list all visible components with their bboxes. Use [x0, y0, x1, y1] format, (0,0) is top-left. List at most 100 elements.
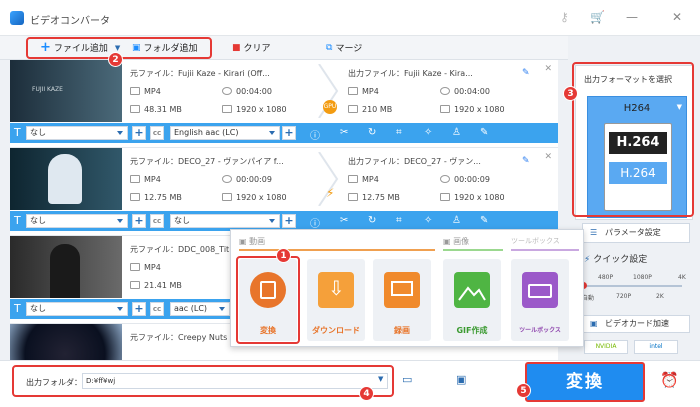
merge-button[interactable]: ⧉ マージ: [326, 41, 362, 55]
highlight-format-panel: [572, 62, 694, 217]
gif-tile[interactable]: GIF作成: [443, 259, 501, 341]
video-thumbnail: [10, 236, 122, 298]
highlight-output-folder: [12, 365, 394, 397]
convert-button[interactable]: 変換: [525, 362, 645, 402]
window-title: ビデオコンバータ: [30, 16, 110, 27]
gif-label: GIF作成: [456, 326, 488, 335]
sliders-icon: ☰: [590, 228, 598, 237]
parameter-settings-button[interactable]: ☰ パラメータ設定: [582, 223, 690, 243]
file-row[interactable]: 元ファイル：DECO_27 - ヴァンパイア f... MP4 00:00:09…: [10, 148, 558, 236]
audio-track-select[interactable]: aac (LC): [170, 302, 230, 316]
output-size: 12.75 MB: [362, 193, 400, 202]
tab-image[interactable]: ▣ 画像: [443, 236, 469, 247]
image-tab-icon: ▣: [443, 237, 454, 246]
file-row[interactable]: FUJII KAZE 元ファイル：Fujii Kaze - Kirari (Of…: [10, 60, 558, 148]
add-subtitle-button[interactable]: +: [132, 126, 146, 140]
bolt-icon: ⚡: [584, 255, 594, 265]
edit-name-icon[interactable]: ✎: [522, 156, 530, 166]
audio-track-select[interactable]: English aac (LC): [170, 126, 280, 140]
subtitle-select[interactable]: なし: [26, 126, 128, 140]
cut-icon[interactable]: ✂: [340, 215, 348, 226]
key-icon[interactable]: ⚷: [560, 10, 569, 24]
download-tile[interactable]: ⇩ ダウンロード: [307, 259, 365, 341]
format-icon: [130, 87, 140, 95]
subtitle-icon: T: [14, 214, 21, 227]
gpu-accel-button[interactable]: ▣ ビデオカード加速: [582, 315, 690, 333]
intel-badge[interactable]: intel: [634, 340, 678, 354]
info-icon[interactable]: ⓘ: [310, 215, 320, 230]
resolution-icon: [440, 193, 450, 201]
filesize-icon: [130, 193, 140, 201]
alarm-icon[interactable]: ⏰: [660, 371, 679, 389]
output-duration: 00:00:09: [454, 175, 490, 184]
tick-4k: 4K: [678, 274, 686, 281]
edit-subtitle-icon[interactable]: ✎: [480, 127, 488, 138]
toolbox-icon: [522, 272, 558, 308]
highlight-convert-tile: [236, 256, 300, 344]
source-filename: 元ファイル：Creepy Nuts: [130, 333, 228, 342]
edit-name-icon[interactable]: ✎: [522, 68, 530, 78]
cart-icon[interactable]: 🛒: [590, 10, 605, 24]
watermark-icon[interactable]: ♙: [452, 215, 461, 226]
step-badge-2: 2: [108, 52, 123, 67]
effects-icon[interactable]: ✧: [424, 127, 432, 138]
source-filename: 元ファイル：DECO_27 - ヴァンパイア f...: [130, 157, 284, 166]
remove-file-icon[interactable]: ✕: [544, 64, 552, 74]
open-folder-icon[interactable]: ▣: [456, 373, 466, 386]
row-edit-bar: T なし + cc English aac (LC) + ⓘ ✂ ↻ ⌗ ✧ ♙…: [10, 123, 558, 143]
close-window-icon[interactable]: ✕: [672, 10, 682, 24]
effects-icon[interactable]: ✧: [424, 215, 432, 226]
crop-icon[interactable]: ⌗: [396, 215, 402, 226]
output-format: MP4: [362, 87, 379, 96]
cc-button[interactable]: cc: [150, 302, 164, 316]
tab-toolbox[interactable]: ツールボックス: [511, 236, 560, 246]
cc-button[interactable]: cc: [150, 214, 164, 228]
info-icon[interactable]: ⓘ: [310, 127, 320, 142]
tick-2k: 2K: [656, 293, 664, 300]
subtitle-select[interactable]: なし: [26, 302, 128, 316]
clear-button[interactable]: ■ クリア: [232, 41, 271, 55]
quick-label: クイック設定: [593, 255, 648, 265]
add-audio-button[interactable]: +: [282, 126, 296, 140]
add-subtitle-button[interactable]: +: [132, 214, 146, 228]
watermark-icon[interactable]: ♙: [452, 127, 461, 138]
add-subtitle-button[interactable]: +: [132, 302, 146, 316]
cc-button[interactable]: cc: [150, 126, 164, 140]
remove-file-icon[interactable]: ✕: [544, 152, 552, 162]
output-duration: 00:04:00: [454, 87, 490, 96]
filesize-icon: [348, 193, 358, 201]
lightning-icon: ⚡: [326, 186, 335, 200]
download-icon: ⇩: [318, 272, 354, 308]
person-silhouette: [50, 244, 80, 298]
source-size: 21.41 MB: [144, 281, 182, 290]
gpu-accel-label: ビデオカード加速: [605, 319, 669, 328]
chip-icon: ▣: [590, 319, 598, 328]
crop-icon[interactable]: ⌗: [396, 127, 402, 138]
edit-subtitle-icon[interactable]: ✎: [480, 215, 488, 226]
format-icon: [348, 87, 358, 95]
anime-character: [48, 154, 82, 204]
tab-video[interactable]: ▣ 動画: [239, 236, 265, 247]
format-icon: [130, 263, 140, 271]
step-badge-1: 1: [276, 248, 291, 263]
add-audio-button[interactable]: +: [282, 214, 296, 228]
output-resolution: 1920 x 1080: [454, 193, 505, 202]
toolbox-tile[interactable]: ツールボックス: [511, 259, 569, 341]
toolbox-label: ツールボックス: [519, 327, 561, 334]
record-tile[interactable]: 録画: [373, 259, 431, 341]
minimize-icon[interactable]: —: [626, 10, 638, 24]
toolbox-tab-underline: [511, 249, 579, 251]
rotate-icon[interactable]: ↻: [368, 215, 376, 226]
tab-video-label: 動画: [249, 237, 266, 246]
source-filename: 元ファイル：Fujii Kaze - Kirari (Off...: [130, 69, 270, 78]
audio-track-select[interactable]: なし: [170, 214, 280, 228]
tick-480p: 480P: [598, 274, 614, 281]
folder-open-icon[interactable]: ▭: [402, 373, 412, 386]
cut-icon[interactable]: ✂: [340, 127, 348, 138]
title-bar: ビデオコンバータ ⚷ 🛒 — ✕: [0, 0, 700, 36]
quality-slider[interactable]: [580, 282, 682, 289]
rotate-icon[interactable]: ↻: [368, 127, 376, 138]
nvidia-badge[interactable]: NVIDIA: [584, 340, 628, 354]
filesize-icon: [130, 281, 140, 289]
subtitle-select[interactable]: なし: [26, 214, 128, 228]
